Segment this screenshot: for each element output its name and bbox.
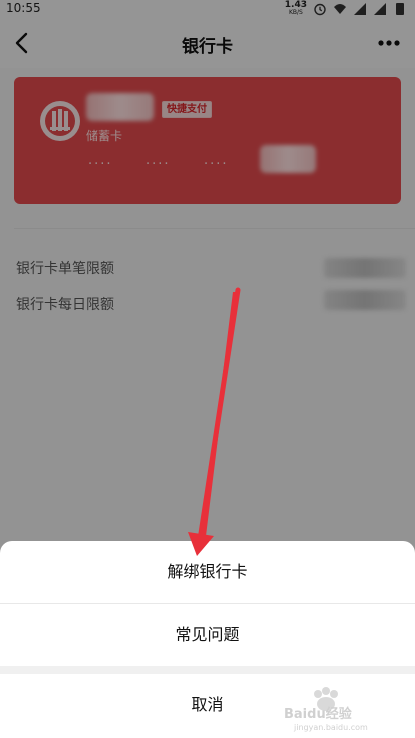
watermark-brand: Baidu经验 bbox=[284, 706, 353, 722]
baidu-paw-icon: Baidu经验 jingyan.baidu.com bbox=[284, 687, 368, 732]
watermark-url: jingyan.baidu.com bbox=[293, 723, 368, 732]
unbind-card-button[interactable]: 解绑银行卡 bbox=[0, 541, 415, 603]
faq-button[interactable]: 常见问题 bbox=[0, 604, 415, 666]
baidu-watermark: Baidu经验 jingyan.baidu.com bbox=[280, 684, 410, 734]
sheet-gap bbox=[0, 666, 415, 674]
